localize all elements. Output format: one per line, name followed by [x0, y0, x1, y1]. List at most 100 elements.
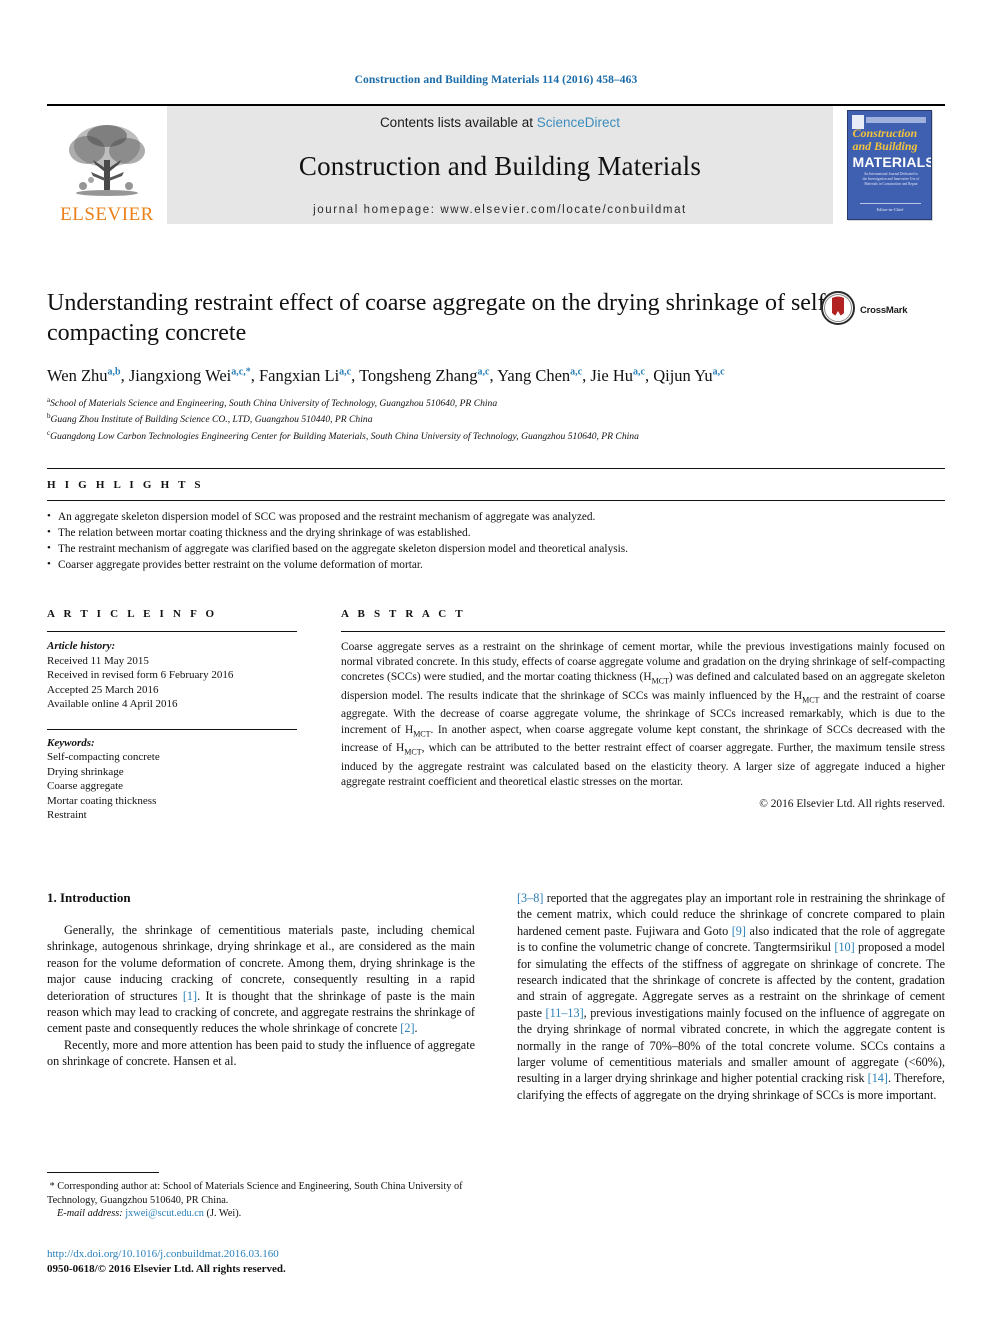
abstract-subscript: MCT [651, 676, 669, 686]
email-label: E-mail address: [57, 1208, 123, 1220]
author-affiliation-mark: a,c,* [231, 366, 251, 377]
cover-title-line-2: and Building [852, 139, 918, 153]
info-abstract-row: A R T I C L E I N F O Article history: R… [47, 608, 945, 823]
abstract-section: A B S T R A C T Coarse aggregate serves … [341, 608, 945, 823]
article-history-block: Article history: Received 11 May 2015 Re… [47, 632, 297, 712]
doi-link[interactable]: http://dx.doi.org/10.1016/j.conbuildmat.… [47, 1247, 475, 1262]
paragraph: Recently, more and more attention has be… [47, 1037, 475, 1069]
author-separator: , [489, 365, 498, 385]
author-affiliation-mark: a,c [570, 366, 583, 377]
author-affiliation-mark: a,c [339, 366, 352, 377]
list-item: The restraint mechanism of aggregate was… [47, 540, 945, 557]
author-name: Fangxian Li [258, 365, 340, 385]
elsevier-wordmark: ELSEVIER [60, 204, 154, 225]
list-item: The relation between mortar coating thic… [47, 524, 945, 541]
crossmark-label: CrossMark [860, 304, 908, 316]
author-affiliation-mark: a,c [712, 366, 725, 377]
list-item: Coarser aggregate provides better restra… [47, 556, 945, 573]
citation-link[interactable]: [3–8] [517, 891, 543, 905]
keyword-item: Restraint [47, 809, 87, 821]
paragraph: Generally, the shrinkage of cementitious… [47, 922, 475, 1037]
sciencedirect-link[interactable]: ScienceDirect [537, 115, 620, 130]
affiliation-item: aSchool of Materials Science and Enginee… [47, 394, 945, 411]
author-item: Qijun Yua,c [653, 366, 724, 385]
elsevier-logo: ELSEVIER [47, 106, 167, 224]
citation-link[interactable]: [2] [400, 1021, 414, 1035]
running-head: Construction and Building Materials 114 … [354, 74, 638, 86]
list-item: An aggregate skeleton dispersion model o… [47, 508, 945, 525]
affiliation-item: bGuang Zhou Institute of Building Scienc… [47, 410, 945, 427]
author-name: Jie Hu [590, 365, 633, 385]
author-name: Jiangxiong Wei [128, 365, 232, 385]
body-column-left: 1. Introduction Generally, the shrinkage… [47, 890, 475, 1219]
email-suffix: (J. Wei). [203, 1208, 242, 1220]
author-item: Jiangxiong Weia,c,*, [129, 366, 259, 385]
keyword-item: Coarse aggregate [47, 780, 124, 792]
author-item: Jie Hua,c, [590, 366, 653, 385]
highlights-section: H I G H L I G H T S An aggregate skeleto… [47, 468, 945, 573]
body-columns: 1. Introduction Generally, the shrinkage… [47, 890, 945, 1219]
abstract-text: Coarse aggregate serves as a restraint o… [341, 632, 945, 790]
article-history-item: Received in revised form 6 February 2016 [47, 669, 234, 681]
abstract-part: , which can be attributed to the better … [341, 742, 945, 788]
keywords-label: Keywords: [47, 736, 95, 749]
article-history-item: Available online 4 April 2016 [47, 698, 178, 710]
author-email-link[interactable]: jxwei@scut.edu.cn [125, 1208, 204, 1219]
author-separator: , [120, 365, 129, 385]
keyword-item: Drying shrinkage [47, 765, 124, 778]
highlights-heading: H I G H L I G H T S [47, 479, 204, 491]
highlights-list: An aggregate skeleton dispersion model o… [47, 501, 945, 573]
paper-page: Construction and Building Materials 114 … [0, 0, 992, 1323]
article-info-section: A R T I C L E I N F O Article history: R… [47, 608, 297, 823]
abstract-copyright: © 2016 Elsevier Ltd. All rights reserved… [759, 797, 945, 810]
keyword-item: Self-compacting concrete [47, 751, 160, 763]
crossmark-badge-icon [821, 290, 855, 330]
citation-link[interactable]: [11–13] [546, 1006, 584, 1020]
cover-top-bar [865, 117, 926, 123]
page-footer: http://dx.doi.org/10.1016/j.conbuildmat.… [47, 1247, 475, 1277]
author-name: Tongsheng Zhang [359, 365, 478, 385]
journal-masthead: ELSEVIER Contents lists available at Sci… [47, 104, 945, 224]
abstract-heading: A B S T R A C T [341, 608, 466, 620]
article-history-label: Article history: [47, 640, 116, 652]
citation-link[interactable]: [9] [732, 924, 746, 938]
author-item: Yang Chena,c, [497, 366, 590, 385]
affiliation-text: Guang Zhou Institute of Building Science… [50, 414, 373, 426]
citation-link[interactable]: [14] [868, 1071, 888, 1085]
elsevier-tree-logo [57, 120, 157, 204]
journal-homepage-line[interactable]: journal homepage: www.elsevier.com/locat… [313, 204, 687, 220]
author-separator: , [351, 365, 360, 385]
affiliation-text: Guangdong Low Carbon Technologies Engine… [50, 431, 639, 443]
author-item: Fangxian Lia,c, [259, 366, 359, 385]
author-list: Wen Zhua,b, Jiangxiong Weia,c,*, Fangxia… [47, 361, 945, 386]
crossmark-badge[interactable]: CrossMark [821, 290, 925, 330]
article-history-item: Received 11 May 2015 [47, 654, 149, 667]
footnote-rule [47, 1172, 159, 1173]
journal-cover-thumbnail[interactable]: Construction and Building MATERIALS An I… [833, 106, 945, 224]
corresponding-author-note: * Corresponding author at: School of Mat… [47, 1180, 475, 1207]
citation-link[interactable]: [1] [183, 989, 197, 1003]
section-heading-introduction: 1. Introduction [47, 890, 131, 905]
author-affiliation-mark: a,b [107, 366, 121, 377]
email-note: E-mail address: jxwei@scut.edu.cn (J. We… [47, 1207, 475, 1221]
paragraph-part: . [414, 1021, 418, 1036]
cover-title-line-3: MATERIALS [852, 154, 932, 170]
author-item: Wen Zhua,b, [47, 366, 129, 385]
author-name: Qijun Yu [653, 365, 713, 385]
page-title: Understanding restraint effect of coarse… [47, 290, 834, 346]
cover-footer-text: Editor-in-Chief [876, 207, 904, 212]
keyword-item: Mortar coating thickness [47, 794, 157, 807]
affiliation-list: aSchool of Materials Science and Enginee… [47, 394, 945, 444]
author-affiliation-mark: a,c [632, 366, 645, 377]
corresponding-author-text: Corresponding author at: School of Mater… [47, 1181, 463, 1206]
contents-prefix: Contents lists available at [379, 115, 537, 130]
cover-divider [859, 203, 921, 204]
article-title-block: Understanding restraint effect of coarse… [47, 288, 945, 444]
citation-link[interactable]: [10] [834, 940, 854, 954]
article-info-heading: A R T I C L E I N F O [47, 608, 218, 620]
body-column-right: [3–8] reported that the aggregates play … [517, 890, 945, 1103]
author-name: Yang Chen [497, 365, 571, 385]
keywords-divider [47, 728, 297, 730]
paragraph: [3–8] reported that the aggregates play … [517, 890, 945, 1103]
